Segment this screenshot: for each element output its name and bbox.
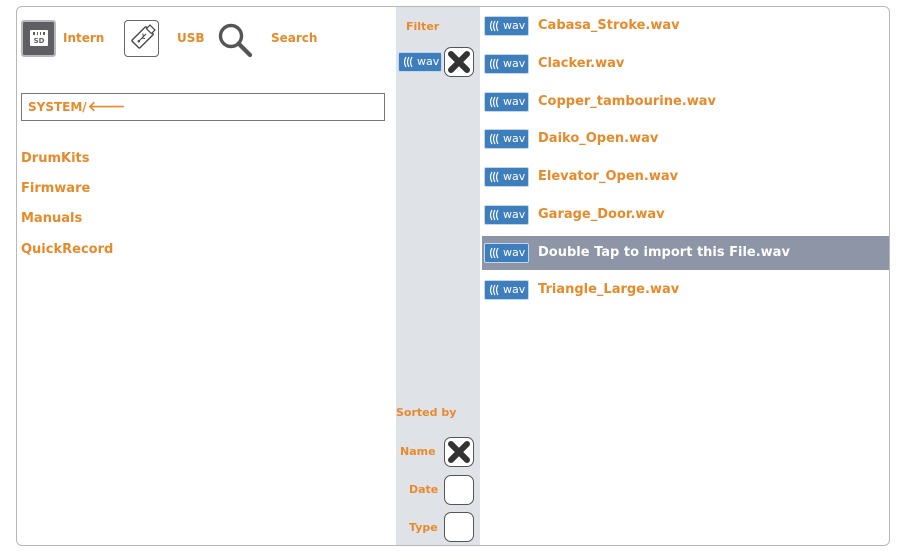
search-source-label[interactable]: Search [271,31,317,45]
sort-name-label: Name [400,445,436,458]
sound-wave-icon [489,247,499,259]
x-checkbox-icon [448,441,470,463]
file-type-text: wav [503,19,526,32]
sort-date-label: Date [409,483,439,496]
file-name: Clacker.wav [538,56,625,71]
file-row[interactable]: wav Clacker.wav [482,47,889,81]
sound-wave-icon [489,133,499,145]
folder-item-firmware[interactable]: Firmware [21,178,90,200]
file-browser-window: SD Intern USB Search SYSTEM/🡐 DrumKits F… [16,6,890,546]
sort-name-checkbox[interactable] [444,437,474,467]
sound-wave-icon [489,171,499,183]
filter-type-badge[interactable]: wav [398,52,442,72]
folder-item-quickrecord[interactable]: QuickRecord [21,239,113,261]
file-name: Cabasa_Stroke.wav [538,18,680,33]
sort-type-label: Type [409,521,438,534]
sound-wave-icon [489,58,499,70]
magnifier-icon[interactable] [217,22,253,58]
sorted-by-label: Sorted by [396,406,457,419]
file-type-badge: wav [484,167,529,187]
sound-wave-icon [489,209,499,221]
file-type-text: wav [503,170,526,183]
file-type-badge: wav [484,92,529,112]
file-type-badge: wav [484,280,529,300]
x-checkbox-icon [448,51,470,73]
file-type-text: wav [503,57,526,70]
file-name: Daiko_Open.wav [538,131,659,146]
file-row[interactable]: wav Double Tap to import this File.wav [482,236,889,270]
file-name: Double Tap to import this File.wav [538,245,790,260]
file-row[interactable]: wav Triangle_Large.wav [482,273,889,307]
filter-clear-checkbox[interactable] [444,47,474,77]
usb-source-label[interactable]: USB [177,31,205,45]
filter-sort-panel: Filter wav Sorted by Name Date Type [396,7,480,545]
sound-wave-icon [489,20,499,32]
path-field[interactable]: SYSTEM/🡐 [21,93,385,121]
file-type-text: wav [503,132,526,145]
sort-type-checkbox[interactable] [444,512,474,542]
sd-card-icon[interactable]: SD [21,20,56,57]
file-row[interactable]: wav Garage_Door.wav [482,198,889,232]
sound-wave-icon [489,96,499,108]
file-type-badge: wav [484,243,529,263]
usb-stick-icon[interactable] [124,20,159,57]
sound-wave-icon [403,56,413,68]
file-type-text: wav [503,246,526,259]
file-name: Copper_tambourine.wav [538,94,716,109]
current-path: SYSTEM/ [28,100,87,114]
left-arrow-icon[interactable]: 🡐 [88,99,126,115]
sd-card-text: SD [33,37,45,45]
file-row[interactable]: wav Elevator_Open.wav [482,160,889,194]
file-type-badge: wav [484,205,529,225]
filter-label: Filter [406,20,440,33]
folder-item-drumkits[interactable]: DrumKits [21,148,90,170]
file-type-text: wav [503,208,526,221]
sound-wave-icon [489,284,499,296]
file-type-badge: wav [484,129,529,149]
file-name: Triangle_Large.wav [538,282,680,297]
file-row[interactable]: wav Cabasa_Stroke.wav [482,9,889,43]
file-name: Garage_Door.wav [538,207,665,222]
folder-item-manuals[interactable]: Manuals [21,208,82,230]
file-type-badge: wav [484,54,529,74]
file-type-badge: wav [484,16,529,36]
filter-type-text: wav [417,55,440,68]
file-type-text: wav [503,95,526,108]
file-type-text: wav [503,283,526,296]
file-row[interactable]: wav Copper_tambourine.wav [482,85,889,119]
intern-source-label[interactable]: Intern [63,31,104,45]
file-name: Elevator_Open.wav [538,169,679,184]
sort-date-checkbox[interactable] [444,475,474,505]
file-row[interactable]: wav Daiko_Open.wav [482,122,889,156]
